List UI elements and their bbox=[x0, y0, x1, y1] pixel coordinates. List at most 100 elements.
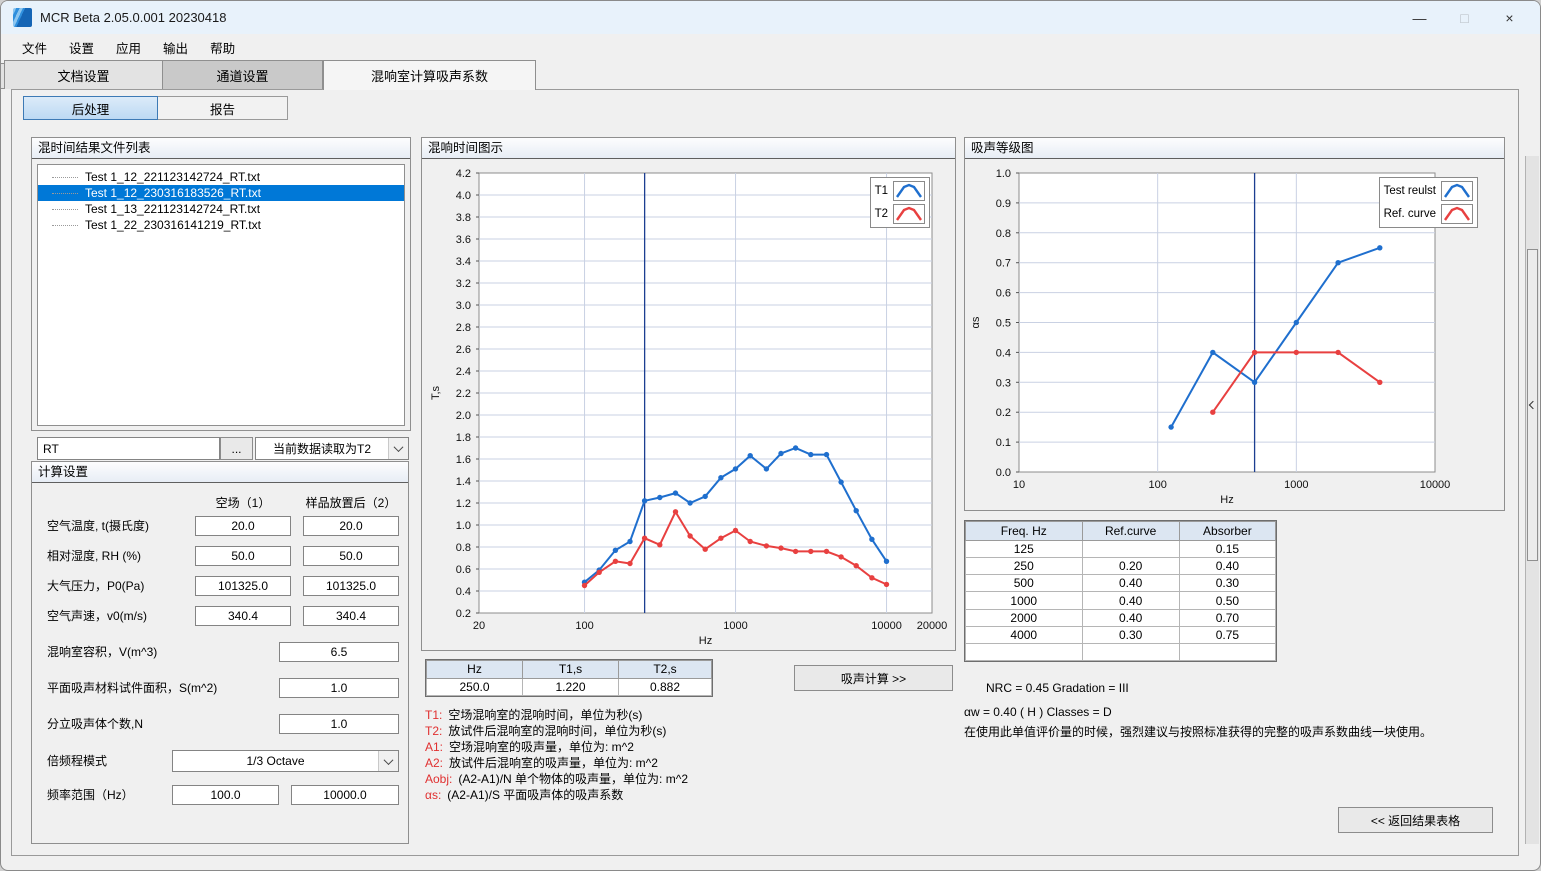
menu-item-3[interactable]: 输出 bbox=[152, 35, 199, 60]
legend-label-t2: T2 bbox=[875, 208, 888, 220]
air-temp-2-input[interactable] bbox=[303, 516, 399, 536]
svg-text:1.6: 1.6 bbox=[456, 454, 471, 466]
freq-table-cell: 4000 bbox=[966, 626, 1083, 643]
note-label: αs: bbox=[425, 788, 441, 802]
svg-text:20: 20 bbox=[473, 620, 485, 632]
ref-curve-icon bbox=[1441, 204, 1473, 224]
freq-table-cell bbox=[1082, 643, 1179, 660]
maximize-button[interactable]: □ bbox=[1442, 1, 1487, 34]
file-list-item[interactable]: Test 1_12_221123142724_RT.txt bbox=[38, 169, 404, 185]
rt-th-t1: T1,s bbox=[523, 661, 619, 679]
svg-text:2.0: 2.0 bbox=[456, 410, 471, 422]
svg-text:2.8: 2.8 bbox=[456, 322, 471, 334]
menu-bar: 文件设置应用输出帮助 bbox=[1, 34, 1540, 60]
humidity-1-input[interactable] bbox=[195, 546, 291, 566]
svg-text:20000: 20000 bbox=[917, 620, 948, 632]
minimize-button[interactable]: — bbox=[1397, 1, 1442, 34]
calc-settings-panel: 计算设置 空场（1） 样品放置后（2） 空气温度, t(摄氏度) 相对湿度, R… bbox=[31, 461, 409, 844]
subtab-postprocess[interactable]: 后处理 bbox=[23, 96, 158, 120]
svg-text:0.4: 0.4 bbox=[996, 347, 1011, 359]
aw-summary: αw = 0.40 ( H ) Classes = D bbox=[964, 705, 1112, 719]
file-list-item[interactable]: Test 1_12_230316183526_RT.txt bbox=[38, 185, 404, 201]
tree-guide-line bbox=[52, 209, 78, 210]
svg-text:3.0: 3.0 bbox=[456, 300, 471, 312]
file-list-item[interactable]: Test 1_22_230316141219_RT.txt bbox=[38, 217, 404, 233]
menu-item-2[interactable]: 应用 bbox=[105, 35, 152, 60]
definition-note: A1:空场混响室的吸声量，单位为: m^2 bbox=[425, 739, 955, 755]
svg-text:1.0: 1.0 bbox=[456, 520, 471, 532]
freq-table-cell: 0.30 bbox=[1179, 575, 1275, 592]
humidity-2-input[interactable] bbox=[303, 546, 399, 566]
room-volume-input[interactable] bbox=[279, 642, 399, 662]
freq-table-cell: 0.40 bbox=[1082, 609, 1179, 626]
chevron-down-icon[interactable] bbox=[378, 751, 398, 771]
side-panel-strip bbox=[1525, 156, 1539, 844]
menu-item-4[interactable]: 帮助 bbox=[199, 35, 246, 60]
subtab-report[interactable]: 报告 bbox=[157, 96, 288, 120]
main-tab-1[interactable]: 通道设置 bbox=[163, 60, 323, 89]
rt-chart-panel: 混响时间图示 0.20.40.60.81.01.21.41.61.82.02.2… bbox=[421, 137, 956, 651]
browse-button[interactable]: ... bbox=[220, 437, 253, 460]
tree-guide-line bbox=[52, 225, 78, 226]
menu-item-1[interactable]: 设置 bbox=[58, 35, 105, 60]
svg-text:0.4: 0.4 bbox=[456, 586, 471, 598]
svg-text:0.9: 0.9 bbox=[996, 198, 1011, 210]
col-header-empty-room: 空场（1） bbox=[195, 494, 291, 511]
svg-text:1.2: 1.2 bbox=[456, 498, 471, 510]
note-label: A2: bbox=[425, 756, 443, 770]
rt-th-t2: T2,s bbox=[619, 661, 712, 679]
freq-table-row: 2500.200.40 bbox=[966, 558, 1276, 575]
back-to-results-button[interactable]: << 返回结果表格 bbox=[1338, 807, 1493, 833]
grade-chart-panel: 吸声等级图 0.00.10.20.30.40.50.60.70.80.91.01… bbox=[964, 137, 1505, 511]
rt-name-input[interactable] bbox=[37, 437, 220, 460]
rt-chart[interactable]: 0.20.40.60.81.01.21.41.61.82.02.22.42.62… bbox=[422, 159, 955, 650]
absorption-calc-button[interactable]: 吸声计算 >> bbox=[794, 665, 953, 691]
svg-text:100: 100 bbox=[1148, 479, 1166, 491]
svg-text:0.2: 0.2 bbox=[456, 608, 471, 620]
close-button[interactable]: × bbox=[1487, 1, 1532, 34]
file-list-item[interactable]: Test 1_13_221123142724_RT.txt bbox=[38, 201, 404, 217]
definition-note: T1:空场混响室的混响时间，单位为秒(s) bbox=[425, 707, 955, 723]
app-logo-icon bbox=[13, 8, 32, 27]
svg-text:2.2: 2.2 bbox=[456, 388, 471, 400]
note-text: 空场混响室的混响时间，单位为秒(s) bbox=[448, 708, 642, 722]
svg-text:1.8: 1.8 bbox=[456, 432, 471, 444]
sound-speed-1-input[interactable] bbox=[195, 606, 291, 626]
freq-min-input[interactable] bbox=[172, 785, 279, 805]
side-panel-expander[interactable] bbox=[1527, 249, 1538, 561]
rt-readout-t1: 1.220 bbox=[523, 678, 619, 696]
svg-text:1.0: 1.0 bbox=[996, 168, 1011, 180]
freq-table-cell: 0.70 bbox=[1179, 609, 1275, 626]
sound-speed-2-input[interactable] bbox=[303, 606, 399, 626]
definition-note: T2:放试件后混响室的混响时间，单位为秒(s) bbox=[425, 723, 955, 739]
label-pressure: 大气压力，P0(Pa) bbox=[47, 576, 144, 596]
t1-curve-icon bbox=[893, 181, 925, 201]
label-absorber-count: 分立吸声体个数,N bbox=[47, 714, 143, 734]
data-source-combo[interactable]: 当前数据读取为T2 bbox=[255, 437, 409, 460]
svg-text:0.2: 0.2 bbox=[996, 407, 1011, 419]
freq-max-input[interactable] bbox=[291, 785, 399, 805]
rt-readout-hz: 250.0 bbox=[427, 678, 523, 696]
svg-text:0.8: 0.8 bbox=[996, 228, 1011, 240]
absorber-count-input[interactable] bbox=[279, 714, 399, 734]
freq-table-cell: 0.50 bbox=[1179, 592, 1275, 609]
sample-area-input[interactable] bbox=[279, 678, 399, 698]
main-tab-2[interactable]: 混响室计算吸声系数 bbox=[323, 60, 536, 90]
svg-text:3.8: 3.8 bbox=[456, 212, 471, 224]
main-tab-0[interactable]: 文档设置 bbox=[4, 60, 163, 89]
svg-text:3.6: 3.6 bbox=[456, 234, 471, 246]
freq-table-cell: 0.40 bbox=[1082, 575, 1179, 592]
air-temp-1-input[interactable] bbox=[195, 516, 291, 536]
freq-table-cell: 0.40 bbox=[1082, 592, 1179, 609]
menu-item-0[interactable]: 文件 bbox=[11, 35, 58, 60]
note-text: 放试件后混响室的混响时间，单位为秒(s) bbox=[448, 724, 666, 738]
grade-chart-legend: Test reulst Ref. curve bbox=[1379, 177, 1478, 228]
pressure-2-input[interactable] bbox=[303, 576, 399, 596]
app-window: MCR Beta 2.05.0.001 20230418 — □ × 文件设置应… bbox=[0, 0, 1541, 871]
definition-note: Aobj:(A2-A1)/N 单个物体的吸声量，单位为: m^2 bbox=[425, 771, 955, 787]
rt-readout-t2: 0.882 bbox=[619, 678, 712, 696]
file-name: Test 1_12_221123142724_RT.txt bbox=[85, 170, 260, 184]
pressure-1-input[interactable] bbox=[195, 576, 291, 596]
chevron-down-icon[interactable] bbox=[388, 438, 408, 459]
octave-mode-combo[interactable]: 1/3 Octave bbox=[172, 750, 399, 772]
